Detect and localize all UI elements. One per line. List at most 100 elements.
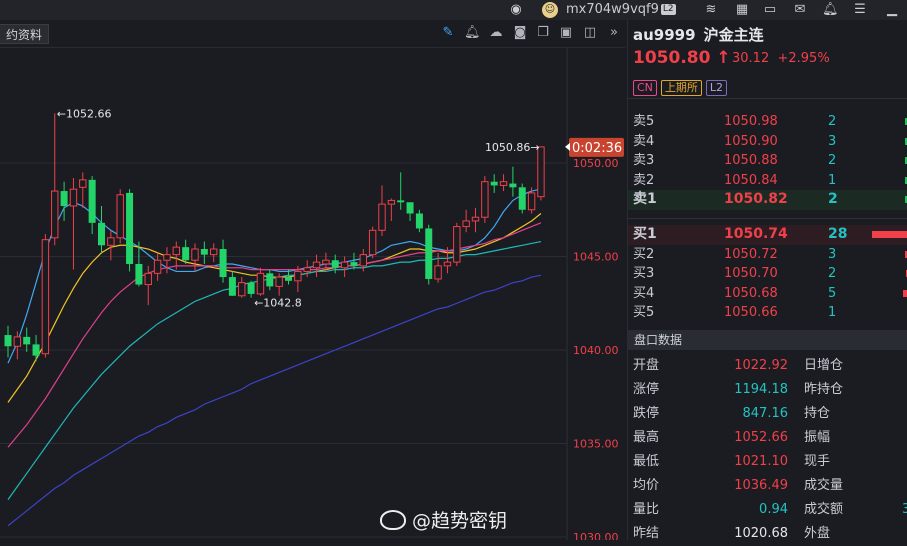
level-qty: 28 bbox=[828, 226, 848, 242]
candle-body bbox=[153, 259, 162, 274]
tag-cn: CN bbox=[633, 80, 657, 96]
candle-body bbox=[331, 260, 339, 268]
stat-label: 均价 bbox=[633, 478, 660, 493]
ask-row-3[interactable]: 卖3 1050.88 2 bbox=[628, 151, 907, 171]
cloud-icon[interactable]: ☁ bbox=[488, 25, 504, 41]
candle-body bbox=[294, 270, 302, 282]
candle-body bbox=[312, 261, 321, 269]
stat-label-2: 振幅 bbox=[804, 430, 831, 445]
candle-body bbox=[527, 192, 536, 211]
layout-icon[interactable]: ◫ bbox=[582, 25, 598, 41]
ask-book: 卖5 1050.98 2 卖4 1050.90 3 卖3 1050.88 2 卖2 1050.84 1… bbox=[628, 112, 907, 210]
candle-body bbox=[462, 220, 470, 228]
symbol-header: au9999 沪金主连 bbox=[633, 24, 764, 45]
candle-body bbox=[4, 335, 12, 347]
stat-label: 昨结 bbox=[633, 526, 660, 541]
layers-icon[interactable]: ≋ bbox=[703, 2, 719, 18]
candle-body bbox=[499, 181, 508, 186]
low-annotation: ←1042.8 bbox=[254, 297, 302, 310]
bid-row-5[interactable]: 买5 1050.66 1 bbox=[628, 303, 907, 323]
bid-row-1[interactable]: 买1 1050.74 28 bbox=[628, 225, 907, 245]
stat-label-2: 成交量 bbox=[804, 478, 844, 493]
stat-label-2: 昨持仓 bbox=[804, 382, 844, 397]
stat-value: 0.94 bbox=[759, 502, 788, 517]
candle-body bbox=[537, 146, 545, 198]
stat-value: 1020.68 bbox=[734, 526, 788, 541]
chart-background bbox=[0, 48, 627, 540]
alert-bell-icon[interactable]: 🔔︎ bbox=[464, 25, 481, 41]
level-qty: 2 bbox=[828, 153, 837, 168]
candle-body bbox=[490, 181, 498, 186]
level-price: 1050.84 bbox=[724, 172, 778, 188]
candle-body bbox=[60, 191, 68, 207]
weibo-watermark: @趋势密钥 bbox=[380, 506, 507, 533]
avatar[interactable]: ☺ bbox=[542, 2, 558, 18]
depth-bar bbox=[872, 231, 907, 238]
candle-body bbox=[471, 216, 480, 222]
candle-body bbox=[518, 187, 526, 210]
level-label: 卖2 bbox=[633, 172, 655, 188]
level-qty: 3 bbox=[828, 246, 837, 262]
candle-body bbox=[210, 248, 218, 256]
candle-body bbox=[322, 259, 330, 265]
candle-body bbox=[256, 272, 265, 295]
candle-body bbox=[32, 344, 40, 356]
stat-row: 均价 1036.49 成交量 bbox=[628, 474, 907, 498]
mail-icon[interactable]: ✉ bbox=[792, 2, 808, 18]
collapse-right-icon[interactable]: » bbox=[606, 25, 622, 41]
ask-row-1[interactable]: 卖1 1050.82 2 bbox=[628, 190, 907, 210]
copy-icon[interactable]: ❐ bbox=[535, 25, 551, 41]
candle-body bbox=[69, 188, 78, 207]
candle-body bbox=[443, 261, 452, 267]
candle-body bbox=[247, 282, 255, 294]
candle-body bbox=[228, 277, 236, 296]
stat-value: 847.16 bbox=[742, 406, 789, 421]
candle-body bbox=[191, 248, 199, 261]
bid-row-2[interactable]: 买2 1050.72 3 bbox=[628, 245, 907, 265]
candlestick-chart[interactable]: 1050.00 1045.00 1040.00 1035.00 1030.00 ←1052… bbox=[0, 48, 627, 540]
level-label: 卖1 bbox=[633, 191, 657, 207]
weibo-logo-icon bbox=[380, 510, 406, 530]
minimize-icon[interactable]: ▁ bbox=[884, 2, 900, 18]
stat-value-2: 3 bbox=[902, 502, 907, 517]
y-tick-label: 1035.00 bbox=[573, 438, 619, 451]
level-qty: 5 bbox=[828, 285, 837, 301]
draw-pen-icon[interactable]: ✎ bbox=[440, 25, 456, 41]
candle-body bbox=[368, 229, 377, 256]
candle-body bbox=[275, 276, 283, 287]
level-qty: 1 bbox=[828, 305, 837, 320]
contract-info-tab[interactable]: 约资料 bbox=[0, 24, 50, 44]
bid-row-3[interactable]: 买3 1050.70 2 bbox=[628, 264, 907, 284]
username[interactable]: mx704w9vqf9 L2 bbox=[566, 0, 676, 20]
screen-icon[interactable]: ▭ bbox=[762, 2, 778, 18]
camera-icon[interactable]: ◙ bbox=[512, 25, 528, 41]
bid-row-4[interactable]: 买4 1050.68 5 bbox=[628, 284, 907, 304]
last-annotation: 1050.86→ bbox=[485, 141, 540, 154]
stat-value: 1194.18 bbox=[734, 382, 788, 397]
candle-body bbox=[182, 247, 190, 261]
level-price: 1050.82 bbox=[724, 191, 788, 207]
candle-body bbox=[88, 179, 96, 223]
stat-row: 量比 0.94 成交额 3 bbox=[628, 498, 907, 522]
list-icon[interactable]: ☰ bbox=[852, 2, 868, 18]
level-qty: 3 bbox=[828, 133, 837, 149]
ask-row-2[interactable]: 卖2 1050.84 1 bbox=[628, 171, 907, 191]
tag-exchange: 上期所 bbox=[660, 80, 702, 96]
stat-row: 最低 1021.10 现手 bbox=[628, 450, 907, 474]
candle-body bbox=[481, 181, 489, 218]
level-price: 1050.66 bbox=[724, 305, 778, 320]
stat-label: 最高 bbox=[633, 430, 660, 445]
ask-row-5[interactable]: 卖5 1050.98 2 bbox=[628, 112, 907, 132]
level-label: 卖4 bbox=[633, 133, 655, 149]
quote-panel: au9999 沪金主连 1050.80 ↑ 30.12 +2.95% CN 上期所 L… bbox=[627, 20, 907, 541]
up-arrow-icon: ↑ bbox=[716, 48, 731, 68]
grid-icon[interactable]: ▦ bbox=[734, 2, 750, 18]
ask-row-4[interactable]: 卖4 1050.90 3 bbox=[628, 132, 907, 152]
market-tags: CN 上期所 L2 bbox=[633, 76, 731, 96]
bell-icon[interactable]: 🔔︎ bbox=[822, 2, 839, 18]
robot-icon[interactable]: ◉ bbox=[508, 2, 524, 18]
stat-value: 1022.92 bbox=[734, 358, 788, 373]
monitor-icon[interactable]: ▣ bbox=[558, 25, 574, 41]
last-price-value: 1050.80 bbox=[633, 48, 711, 68]
high-annotation: ←1052.66 bbox=[57, 107, 112, 120]
